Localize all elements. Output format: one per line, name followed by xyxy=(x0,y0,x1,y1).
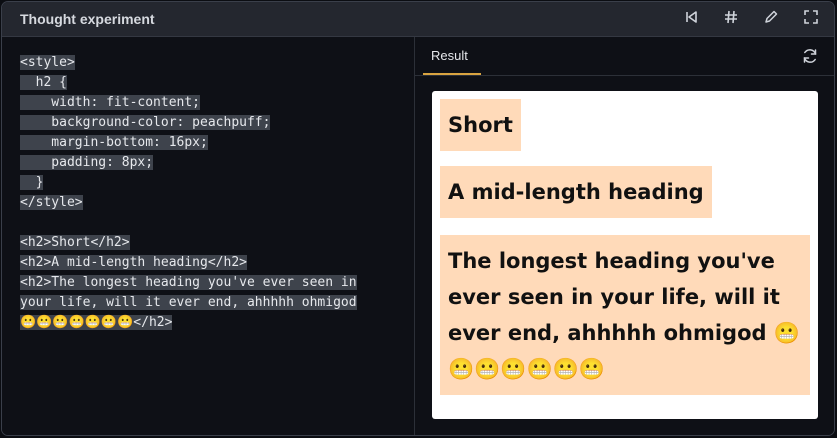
code-line: your life, will it ever end, ahhhhh ohmi… xyxy=(20,295,357,310)
heading-longest: The longest heading you've ever seen in … xyxy=(440,235,810,395)
result-preview: Short A mid-length heading The longest h… xyxy=(432,91,818,419)
code-line: 😬😬😬😬😬😬😬</h2> xyxy=(20,315,173,330)
app-window: Thought experiment <style> h2 {width: f… xyxy=(1,1,835,436)
step-back-icon xyxy=(682,8,700,30)
code-line: </style> xyxy=(20,195,83,210)
edit-button[interactable] xyxy=(758,6,784,32)
refresh-icon xyxy=(800,49,820,70)
code-editor[interactable]: <style> h2 { width: fit-content; backgro… xyxy=(2,37,414,435)
refresh-button[interactable] xyxy=(800,46,820,66)
window-title: Thought experiment xyxy=(20,11,155,27)
heading-short: Short xyxy=(440,99,521,151)
step-back-button[interactable] xyxy=(678,6,704,32)
hash-icon xyxy=(722,8,740,30)
code-line: <style> xyxy=(20,55,75,70)
toolbar xyxy=(664,6,824,32)
hash-button[interactable] xyxy=(718,6,744,32)
code-line: <h2>A mid-length heading</h2> xyxy=(20,255,247,270)
tab-result[interactable]: Result xyxy=(431,48,468,63)
fullscreen-button[interactable] xyxy=(798,6,824,32)
code-line: h2 { xyxy=(20,75,67,90)
code-line: <h2>The longest heading you've ever seen… xyxy=(20,275,357,290)
code-line: <h2>Short</h2> xyxy=(20,235,130,250)
code-content[interactable]: <style> h2 { width: fit-content; backgro… xyxy=(20,53,398,333)
pencil-icon xyxy=(762,8,780,30)
title-bar: Thought experiment xyxy=(2,2,834,37)
fullscreen-icon xyxy=(802,8,820,30)
heading-mid-length: A mid-length heading xyxy=(440,166,712,218)
code-line: padding: 8px; xyxy=(20,155,154,170)
code-line: margin-bottom: 16px; xyxy=(20,135,208,150)
code-line: background-color: peachpuff; xyxy=(20,115,271,130)
result-tabbar: Result xyxy=(415,37,834,76)
active-tab-indicator xyxy=(423,73,481,75)
code-line: } xyxy=(20,175,44,190)
code-line: width: fit-content; xyxy=(20,95,201,110)
result-pane: Result Short A mid-length heading The lo… xyxy=(415,37,834,435)
